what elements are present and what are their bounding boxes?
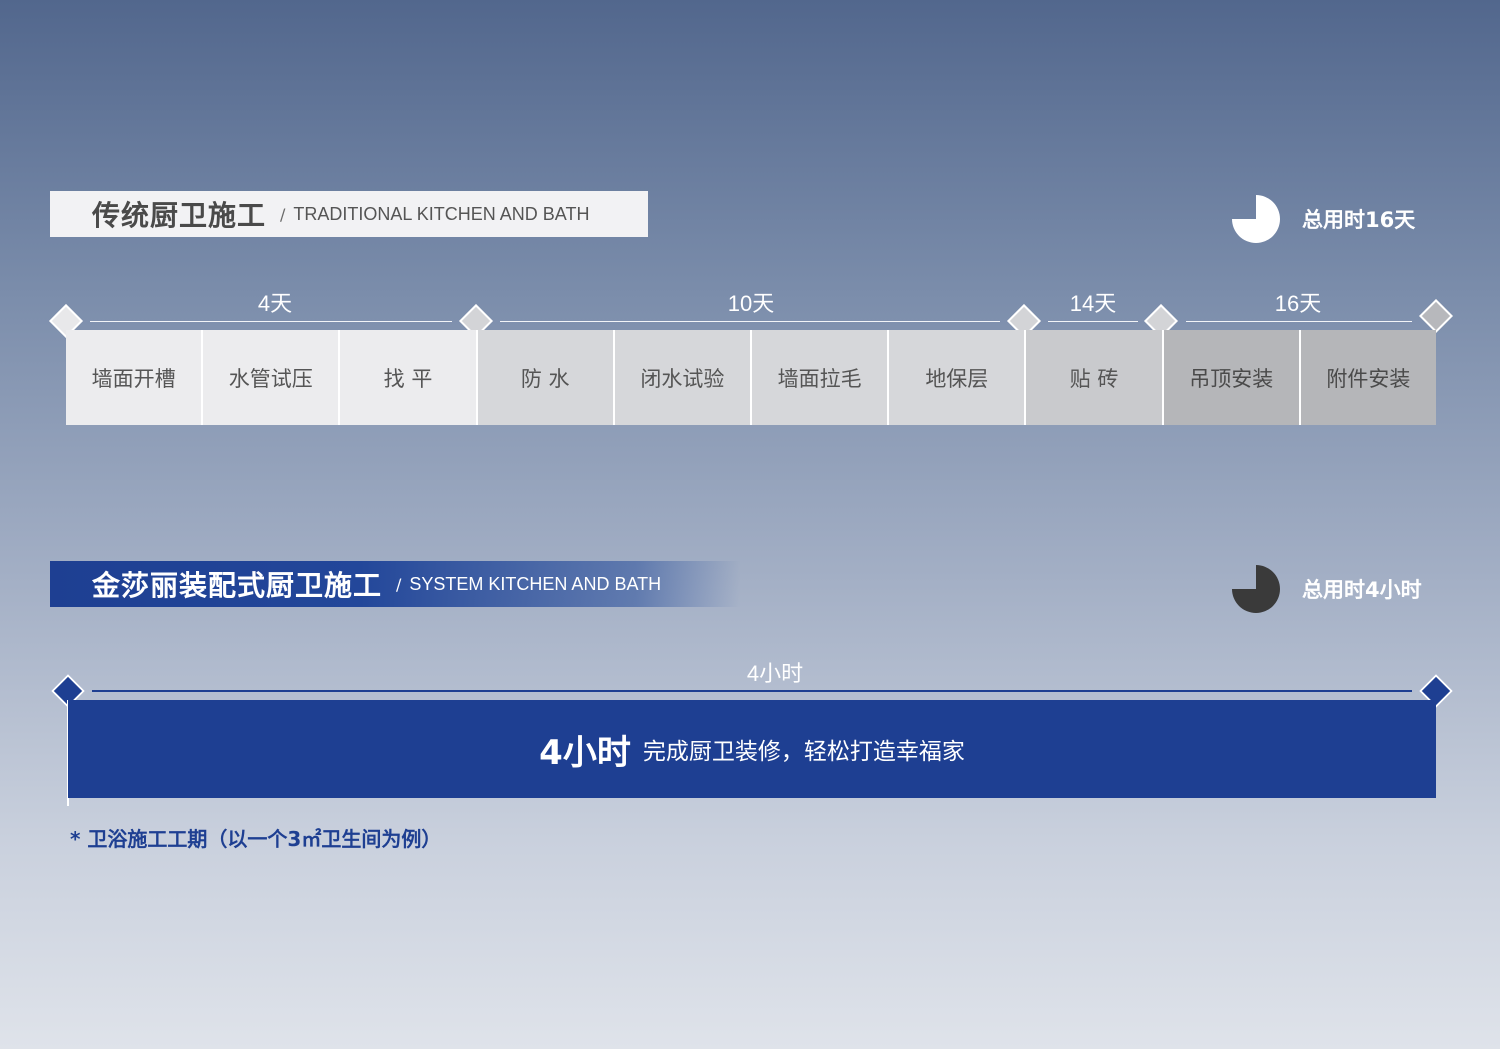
traditional-subtitle: TRADITIONAL KITCHEN AND BATH [293, 203, 590, 224]
system-header: 金莎丽装配式厨卫施工 / SYSTEM KITCHEN AND BATH [50, 561, 740, 607]
milestone-diamond [1419, 299, 1453, 333]
traditional-steps: 墙面开槽 水管试压 找 平 防 水 闭水试验 墙面拉毛 地保层 贴 砖 吊顶安装… [66, 330, 1437, 425]
step-cell: 附件安装 [1300, 330, 1437, 425]
traditional-total-label: 总用时16天 [1302, 208, 1416, 232]
step-cell: 闭水试验 [614, 330, 753, 425]
milestone-label: 16天 [1274, 291, 1322, 316]
clock-icon [1232, 565, 1280, 613]
milestone-label: 4小时 [746, 661, 804, 686]
system-bar-highlight: 4小时 [539, 732, 631, 773]
step-cell: 贴 砖 [1026, 330, 1164, 425]
milestone-label: 4天 [257, 291, 293, 316]
system-subtitle: SYSTEM KITCHEN AND BATH [409, 573, 662, 594]
traditional-title: 传统厨卫施工 [92, 199, 267, 232]
timeline-line [92, 690, 1412, 692]
traditional-total: 总用时16天 [1232, 195, 1415, 243]
system-title: 金莎丽装配式厨卫施工 [92, 569, 383, 602]
system-total: 总用时4小时 [1232, 565, 1422, 613]
system-total-label: 总用时4小时 [1302, 578, 1422, 602]
timeline-line [500, 321, 1000, 322]
traditional-separator: / [280, 204, 286, 224]
milestone-label: 14天 [1069, 291, 1117, 316]
system-bar: 4小时 完成厨卫装修，轻松打造幸福家 [68, 700, 1436, 798]
system-bar-text: 完成厨卫装修，轻松打造幸福家 [642, 739, 965, 765]
step-cell: 吊顶安装 [1163, 330, 1301, 425]
step-cell: 墙面开槽 [66, 330, 204, 425]
timeline-line [1186, 321, 1412, 322]
traditional-header: 传统厨卫施工 / TRADITIONAL KITCHEN AND BATH [50, 191, 648, 237]
timeline-line [1048, 321, 1138, 322]
step-cell: 水管试压 [203, 330, 341, 425]
step-cell: 防 水 [477, 330, 615, 425]
footnote: * 卫浴施工工期（以一个3㎡卫生间为例） [70, 827, 442, 851]
milestone-label: 10天 [727, 291, 775, 316]
system-separator: / [396, 574, 402, 594]
timeline-line [90, 321, 452, 322]
step-cell: 地保层 [889, 330, 1027, 425]
clock-icon [1232, 195, 1280, 243]
step-cell: 墙面拉毛 [752, 330, 890, 425]
step-cell: 找 平 [340, 330, 478, 425]
